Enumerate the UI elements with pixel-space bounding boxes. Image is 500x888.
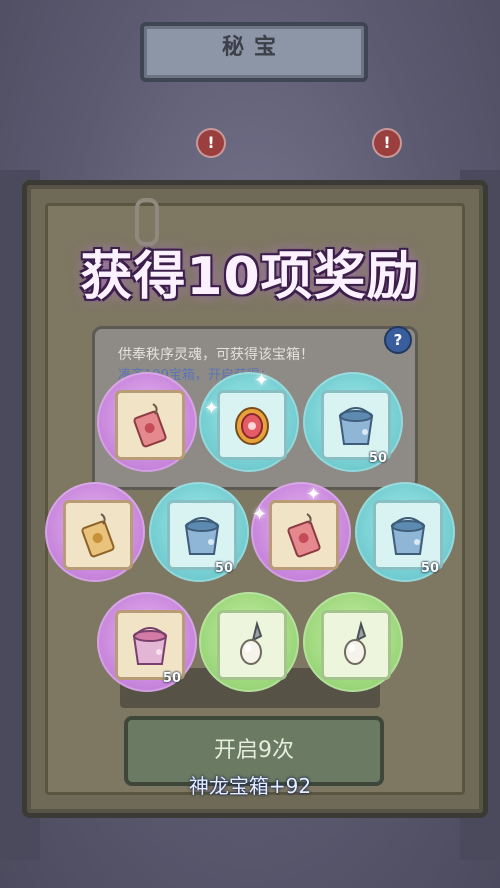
paint-bucket-blue-icon [390,517,426,555]
reward-quantity: 50 [368,451,387,466]
pendant-red-icon [287,513,321,558]
screen-title: 秘宝 [221,35,286,60]
reward-item[interactable] [303,592,403,692]
reward-card [63,500,133,570]
popup-title: 获得10项奖励 [80,247,420,307]
chest-count-label: 神龙宝箱+92 [188,774,312,798]
reward-card [217,610,287,680]
reward-item[interactable]: 50 [97,592,197,692]
chest-info-text: 供奉秩序灵魂，可获得该宝箱！ [118,347,314,363]
reward-item[interactable] [199,592,299,692]
sparkle-icon: ✦ [306,484,322,505]
reward-card [115,610,185,680]
sparkle-icon: ✦ [252,504,268,525]
sparkle-icon: ✦ [254,370,270,391]
pendant-red-icon [133,403,167,448]
screen-title-banner: 秘宝 [140,22,368,82]
reward-card [167,500,237,570]
paint-bucket-pink-icon [132,627,168,665]
alert-icon[interactable]: ! [196,128,226,158]
pearl-pendant-icon [344,620,367,665]
pendant-gold-icon [81,513,115,558]
reward-quantity: 50 [420,561,439,576]
reward-item[interactable] [199,372,299,472]
reward-item[interactable]: 50 [303,372,403,472]
pearl-pendant-icon [240,620,263,665]
reward-item[interactable] [45,482,145,582]
reward-item[interactable]: 50 [355,482,455,582]
reward-quantity: 50 [162,671,181,686]
reward-card [373,500,443,570]
sparkle-icon: ✦ [204,398,220,419]
help-icon[interactable]: ? [384,326,412,354]
alert-icon[interactable]: ! [372,128,402,158]
mirror-amulet-icon [235,407,269,445]
reward-item[interactable] [251,482,351,582]
reward-card [321,390,391,460]
reward-card [269,500,339,570]
reward-card [115,390,185,460]
reward-quantity: 50 [214,561,233,576]
reward-item[interactable] [97,372,197,472]
paint-bucket-blue-icon [338,407,374,445]
reward-card [217,390,287,460]
paint-bucket-blue-icon [184,517,220,555]
reward-item[interactable]: 50 [149,482,249,582]
reward-card [321,610,391,680]
